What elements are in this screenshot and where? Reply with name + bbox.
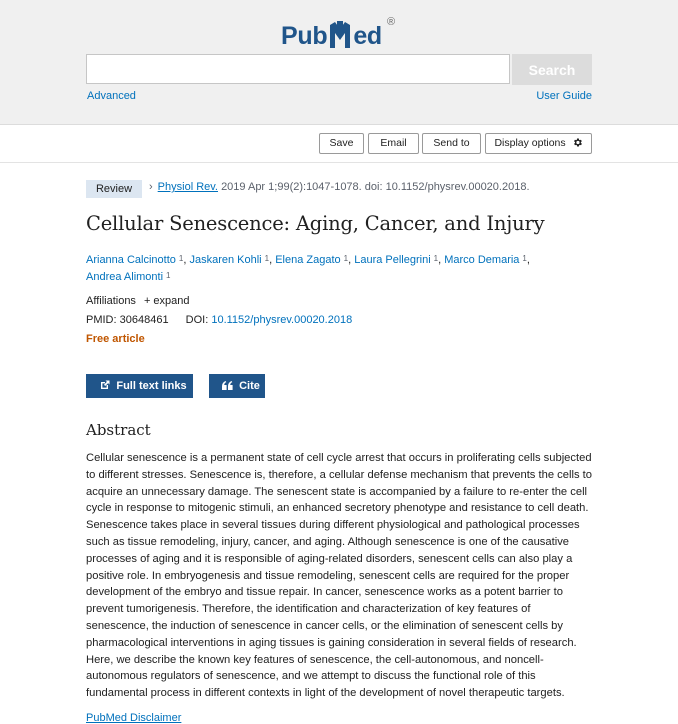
author-link[interactable]: Jaskaren Kohli — [189, 254, 261, 266]
author-link[interactable]: Arianna Calcinotto — [86, 254, 176, 266]
display-options-button[interactable]: Display options — [485, 133, 592, 154]
pubmed-logo[interactable]: Pub ed ® — [281, 16, 395, 53]
plus-icon: + — [143, 295, 151, 307]
author-link[interactable]: Laura Pellegrini — [354, 254, 430, 266]
author-link[interactable]: Marco Demaria — [444, 254, 519, 266]
logo-text-pub: Pub — [281, 22, 328, 50]
quote-icon — [222, 380, 233, 390]
search-button[interactable]: Search — [512, 54, 592, 85]
affiliation-ref[interactable]: 1 — [434, 254, 438, 263]
author-list: Arianna Calcinotto 1, Jaskaren Kohli 1, El… — [86, 254, 530, 283]
gear-icon — [573, 138, 582, 147]
affiliation-ref[interactable]: 1 — [344, 254, 348, 263]
full-text-links-button[interactable]: Full text links — [86, 374, 193, 398]
abstract-text: Cellular senescence is a permanent state… — [86, 452, 592, 700]
logo-m-icon — [330, 21, 351, 48]
affiliation-ref[interactable]: 1 — [522, 254, 526, 263]
pmid-value: 30648461 — [119, 314, 169, 326]
pubmed-disclaimer-link[interactable]: PubMed Disclaimer — [86, 712, 181, 724]
citation-details: 2019 Apr 1;99(2):1047-1078. doi: 10.1152… — [221, 181, 530, 193]
affiliation-ref[interactable]: 1 — [166, 271, 170, 280]
chevron-right-icon: › — [149, 181, 153, 193]
cite-label: Cite — [239, 380, 260, 392]
abstract-heading: Abstract — [86, 421, 151, 439]
author-link[interactable]: Elena Zagato — [275, 254, 340, 266]
affiliations-toggle[interactable]: Affiliations + expand — [86, 295, 189, 307]
affiliations-label: Affiliations — [86, 295, 136, 307]
external-link-icon — [101, 380, 110, 390]
logo-text-ed: ed — [353, 22, 382, 50]
affiliation-ref[interactable]: 1 — [265, 254, 269, 263]
cite-button[interactable]: Cite — [209, 374, 265, 398]
user-guide-link[interactable]: User Guide — [536, 90, 592, 102]
save-button[interactable]: Save — [319, 133, 364, 154]
registered-mark: ® — [387, 16, 395, 28]
article-title: Cellular Senescence: Aging, Cancer, and … — [86, 212, 545, 235]
site-header: Pub ed ® Search Advanced User Guide — [0, 0, 678, 125]
author-link[interactable]: Andrea Alimonti — [86, 271, 163, 283]
doi-label: DOI: — [185, 314, 209, 326]
send-to-button[interactable]: Send to — [422, 133, 481, 154]
expand-label: expand — [153, 295, 190, 307]
email-button[interactable]: Email — [368, 133, 419, 154]
display-options-label: Display options — [494, 137, 566, 149]
article-type-badge: Review — [86, 180, 142, 198]
full-text-links-label: Full text links — [116, 380, 187, 392]
advanced-search-link[interactable]: Advanced — [87, 90, 136, 102]
journal-link[interactable]: Physiol Rev. — [158, 181, 218, 193]
affiliation-ref[interactable]: 1 — [179, 254, 183, 263]
pmid-label: PMID: — [86, 314, 117, 326]
free-article-label: Free article — [86, 333, 145, 345]
action-bar: Save Email Send to Display options — [0, 125, 678, 163]
citation-line: › Physiol Rev. 2019 Apr 1;99(2):1047-1078… — [149, 181, 530, 193]
doi-link[interactable]: 10.1152/physrev.00020.2018 — [211, 314, 352, 326]
identifiers: PMID: 30648461 DOI: 10.1152/physrev.0002… — [86, 314, 352, 326]
search-input[interactable] — [86, 54, 510, 84]
